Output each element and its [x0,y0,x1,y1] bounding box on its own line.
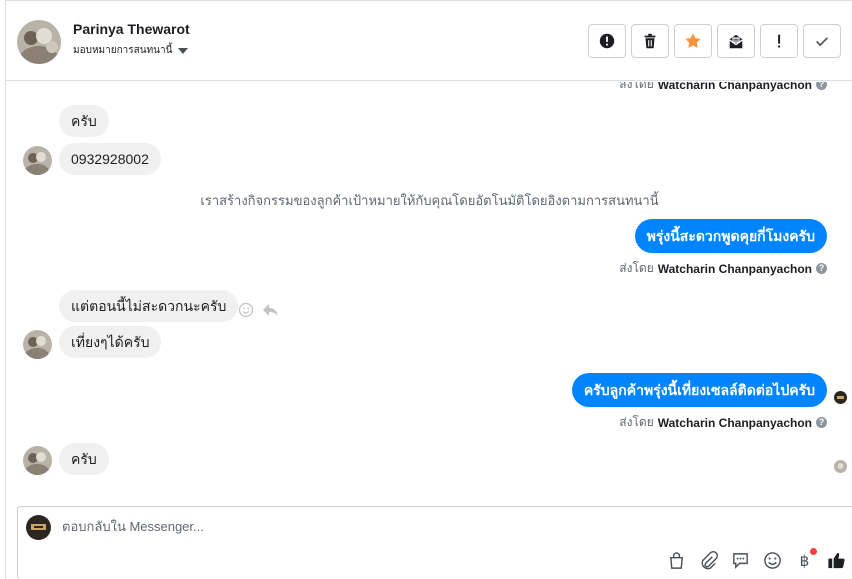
sender-name[interactable]: Watcharin Chanpanyachon [658,82,812,92]
message-actions [238,302,279,318]
attachment-icon [701,551,718,570]
shop-button[interactable] [666,550,687,571]
page-avatar [26,515,51,540]
incoming-message[interactable]: 0932928002 [59,143,161,175]
svg-text:฿: ฿ [800,552,810,570]
info-icon[interactable]: ? [816,82,827,90]
sender-name[interactable]: Watcharin Chanpanyachon [658,262,812,276]
spam-icon [599,33,615,49]
contact-avatar-small[interactable] [23,446,52,475]
trash-icon [644,33,656,49]
incoming-message[interactable]: ครับ [59,443,109,475]
saved-replies-button[interactable] [730,550,751,571]
payment-button[interactable]: ฿ [794,548,817,571]
assign-label: มอบหมายการสนทนานี้ [73,45,173,56]
caret-down-icon [178,47,189,54]
star-button[interactable] [674,24,712,58]
contact-avatar[interactable] [17,20,61,64]
system-note: เราสร้างกิจกรรมของลูกค้าเป้าหมายให้กับคุ… [200,193,659,208]
reply-composer: ฿ [17,506,852,579]
thumbs-up-icon [828,552,845,569]
shopping-bag-icon [670,552,683,569]
send-like-button[interactable] [826,550,847,571]
contact-seen-avatar [834,460,847,473]
assign-conversation-dropdown[interactable]: มอบหมายการสนทนานี้ [73,43,189,58]
sent-by-label: ส่งโดย Watcharin Chanpanyachon ? [619,259,827,278]
sent-by-label: ส่งโดย Watcharin Chanpanyachon ? [619,82,827,94]
info-icon[interactable]: ? [816,417,827,428]
outgoing-message[interactable]: ครับลูกค้าพรุ่งนี้เที่ยงเซลล์ติดต่อไปครั… [571,373,827,407]
reply-input[interactable] [62,519,762,534]
inbox-conversation-panel: Parinya Thewarot มอบหมายการสนทนานี้ ส่งโ… [5,0,852,579]
done-check-icon [816,37,828,47]
page-seen-avatar [834,391,847,404]
emoji-reaction-icon[interactable] [238,302,254,318]
attach-file-button[interactable] [698,550,719,571]
contact-name[interactable]: Parinya Thewarot [73,21,190,37]
mark-important-button[interactable] [760,24,798,58]
contact-avatar-small[interactable] [23,330,52,359]
incoming-message[interactable]: แต่ตอนนี้ไม่สะดวกนะครับ [59,290,239,322]
conversation-header: Parinya Thewarot มอบหมายการสนทนานี้ [6,1,852,81]
conversation-toolbar [588,24,841,58]
incoming-message[interactable]: เที่ยงๆได้ครับ [59,326,162,358]
reply-icon[interactable] [262,302,279,318]
notification-dot [810,548,817,555]
composer-tools: ฿ [666,548,852,571]
sent-by-label: ส่งโดย Watcharin Chanpanyachon ? [619,413,827,432]
sender-name[interactable]: Watcharin Chanpanyachon [658,416,812,430]
info-icon[interactable]: ? [816,263,827,274]
incoming-message[interactable]: ครับ [59,105,109,137]
outgoing-message[interactable]: พรุ่งนี้สะดวกพูดคุยกี่โมงครับ [634,219,827,253]
mark-spam-button[interactable] [588,24,626,58]
emoji-icon [764,552,781,569]
mark-unread-icon [729,34,743,49]
saved-replies-icon [733,553,748,569]
delete-button[interactable] [631,24,669,58]
contact-avatar-small[interactable] [23,146,52,175]
important-icon [778,34,781,48]
mark-unread-button[interactable] [717,24,755,58]
mark-done-button[interactable] [803,24,841,58]
emoji-button[interactable] [762,550,783,571]
message-thread[interactable]: ส่งโดย Watcharin Chanpanyachon ? ครับ 09… [6,82,852,505]
star-icon [685,33,701,48]
